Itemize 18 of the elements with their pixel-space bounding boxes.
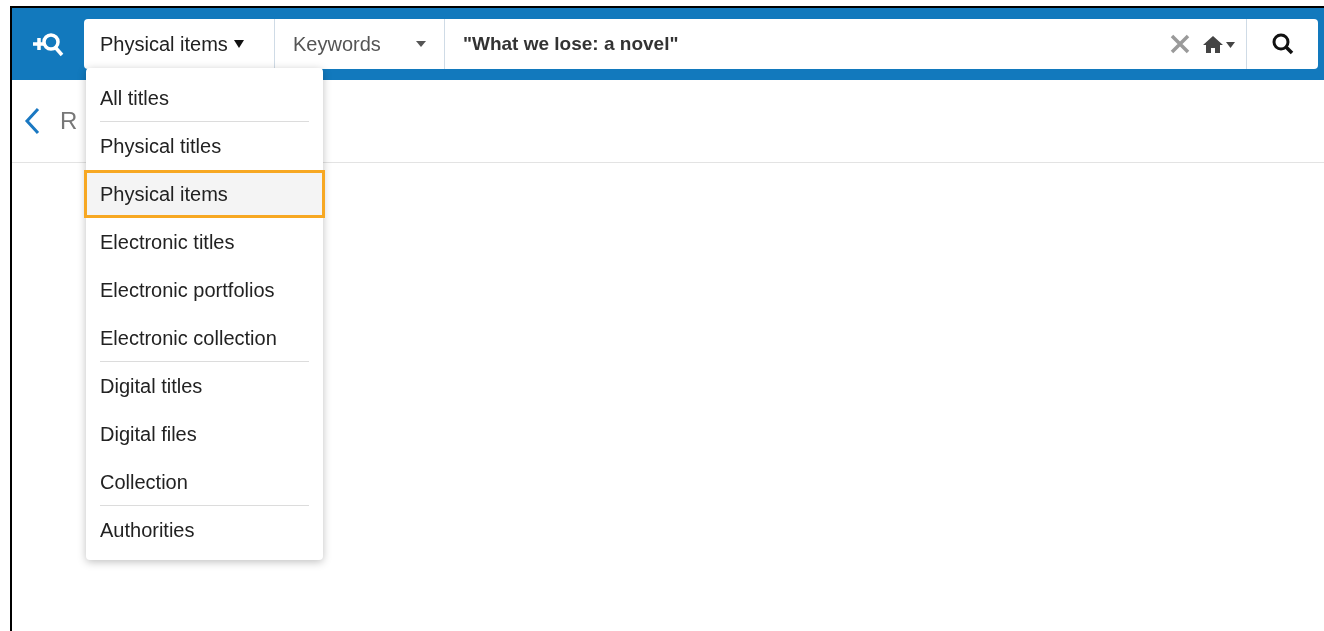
menu-item[interactable]: Collection [100, 458, 309, 506]
menu-item[interactable]: Electronic portfolios [100, 266, 309, 314]
page-title: R [60, 106, 78, 136]
home-dropdown-icon[interactable] [1202, 34, 1236, 54]
menu-item[interactable]: Electronic titles [100, 218, 309, 266]
menu-item[interactable]: Electronic collection [100, 314, 309, 362]
menu-item[interactable]: Physical titles [100, 122, 309, 170]
caret-icon [416, 41, 426, 47]
search-input[interactable]: "What we lose: a novel" [463, 29, 1170, 59]
menu-item[interactable]: Digital files [100, 410, 309, 458]
menu-item[interactable]: Physical items [84, 170, 325, 218]
menu-item[interactable]: Digital titles [100, 362, 309, 410]
caret-icon [233, 40, 244, 48]
clear-icon[interactable] [1170, 34, 1190, 54]
menu-item[interactable]: All titles [100, 74, 309, 122]
advanced-search-icon[interactable] [31, 31, 65, 57]
search-icon [1270, 32, 1295, 56]
menu-item[interactable]: Authorities [100, 506, 309, 554]
